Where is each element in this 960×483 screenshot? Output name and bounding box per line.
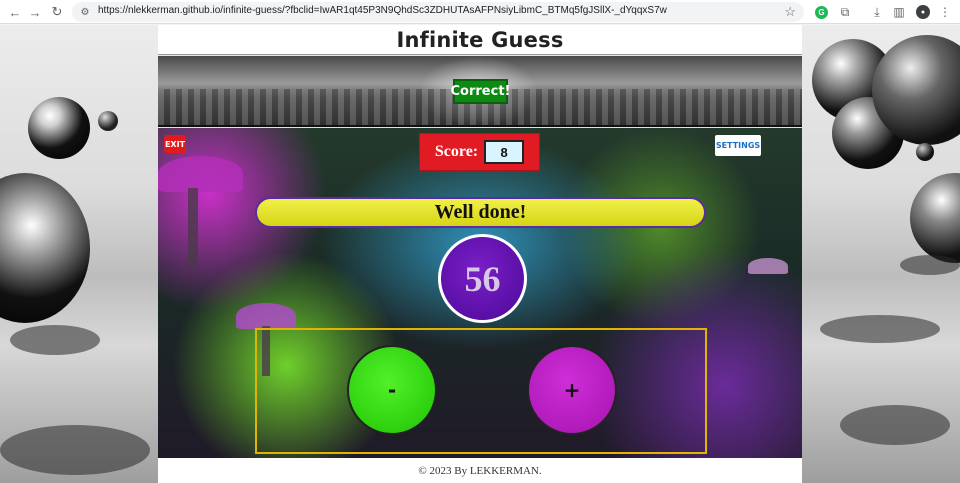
site-info-icon[interactable]: ⚙ bbox=[78, 5, 92, 19]
decorative-sphere bbox=[98, 111, 118, 131]
decorative-hole bbox=[820, 315, 940, 343]
forward-arrow-icon[interactable]: → bbox=[26, 3, 44, 21]
back-arrow-icon[interactable]: ← bbox=[6, 3, 24, 21]
decorative-mushroom bbox=[748, 258, 788, 274]
browser-toolbar: ← → ↻ ⚙ https://nlekkerman.github.io/inf… bbox=[0, 0, 960, 24]
message-text: Well done! bbox=[434, 201, 527, 223]
exit-button[interactable]: EXIT bbox=[164, 135, 186, 153]
correct-badge: Correct! bbox=[451, 79, 510, 104]
site-container: Infinite Guess Correct! EXIT SETTINGS Sc… bbox=[158, 25, 802, 483]
side-panel-icon[interactable]: ▥ bbox=[890, 3, 908, 21]
decorative-hole bbox=[900, 255, 960, 275]
reload-icon[interactable]: ↻ bbox=[48, 3, 66, 21]
footer-text: © 2023 By LEKKERMAN. bbox=[418, 464, 542, 477]
game-area: EXIT SETTINGS Score: 8 Well done! 56 - + bbox=[158, 128, 802, 458]
current-number: 56 bbox=[464, 258, 501, 299]
status-banner: Correct! bbox=[158, 56, 802, 127]
grammarly-icon[interactable]: G bbox=[815, 6, 828, 19]
decorative-sphere bbox=[0, 173, 90, 323]
guess-controls: - + bbox=[255, 328, 707, 454]
current-number-display: 56 bbox=[438, 234, 527, 323]
decorative-sphere bbox=[910, 173, 960, 263]
puzzle-icon[interactable]: ⧉ bbox=[836, 3, 854, 21]
site-footer: © 2023 By LEKKERMAN. bbox=[158, 458, 802, 483]
decorative-sphere bbox=[28, 97, 90, 159]
settings-button[interactable]: SETTINGS bbox=[715, 135, 761, 156]
avatar-icon[interactable]: ● bbox=[916, 5, 930, 19]
score-label: Score: bbox=[434, 143, 479, 160]
url-text[interactable]: https://nlekkerman.github.io/infinite-gu… bbox=[98, 5, 667, 16]
decorative-hole bbox=[840, 405, 950, 445]
kebab-menu-icon[interactable]: ⋮ bbox=[936, 3, 954, 21]
download-icon[interactable]: ⤓ bbox=[868, 3, 886, 21]
message-bar: Well done! bbox=[255, 197, 706, 228]
star-icon[interactable]: ☆ bbox=[784, 4, 796, 20]
plus-button[interactable]: + bbox=[527, 345, 617, 435]
decorative-stem bbox=[188, 188, 198, 268]
score-box: Score: 8 bbox=[419, 133, 540, 171]
score-value: 8 bbox=[484, 140, 525, 164]
minus-button[interactable]: - bbox=[347, 345, 437, 435]
address-bar[interactable]: ⚙ https://nlekkerman.github.io/infinite-… bbox=[72, 2, 804, 22]
site-header: Infinite Guess bbox=[158, 25, 802, 55]
decorative-hole bbox=[0, 425, 150, 475]
decorative-hole bbox=[10, 325, 100, 355]
decorative-sphere bbox=[916, 143, 934, 161]
decorative-mushroom bbox=[158, 156, 243, 192]
page-title: Infinite Guess bbox=[396, 27, 564, 52]
